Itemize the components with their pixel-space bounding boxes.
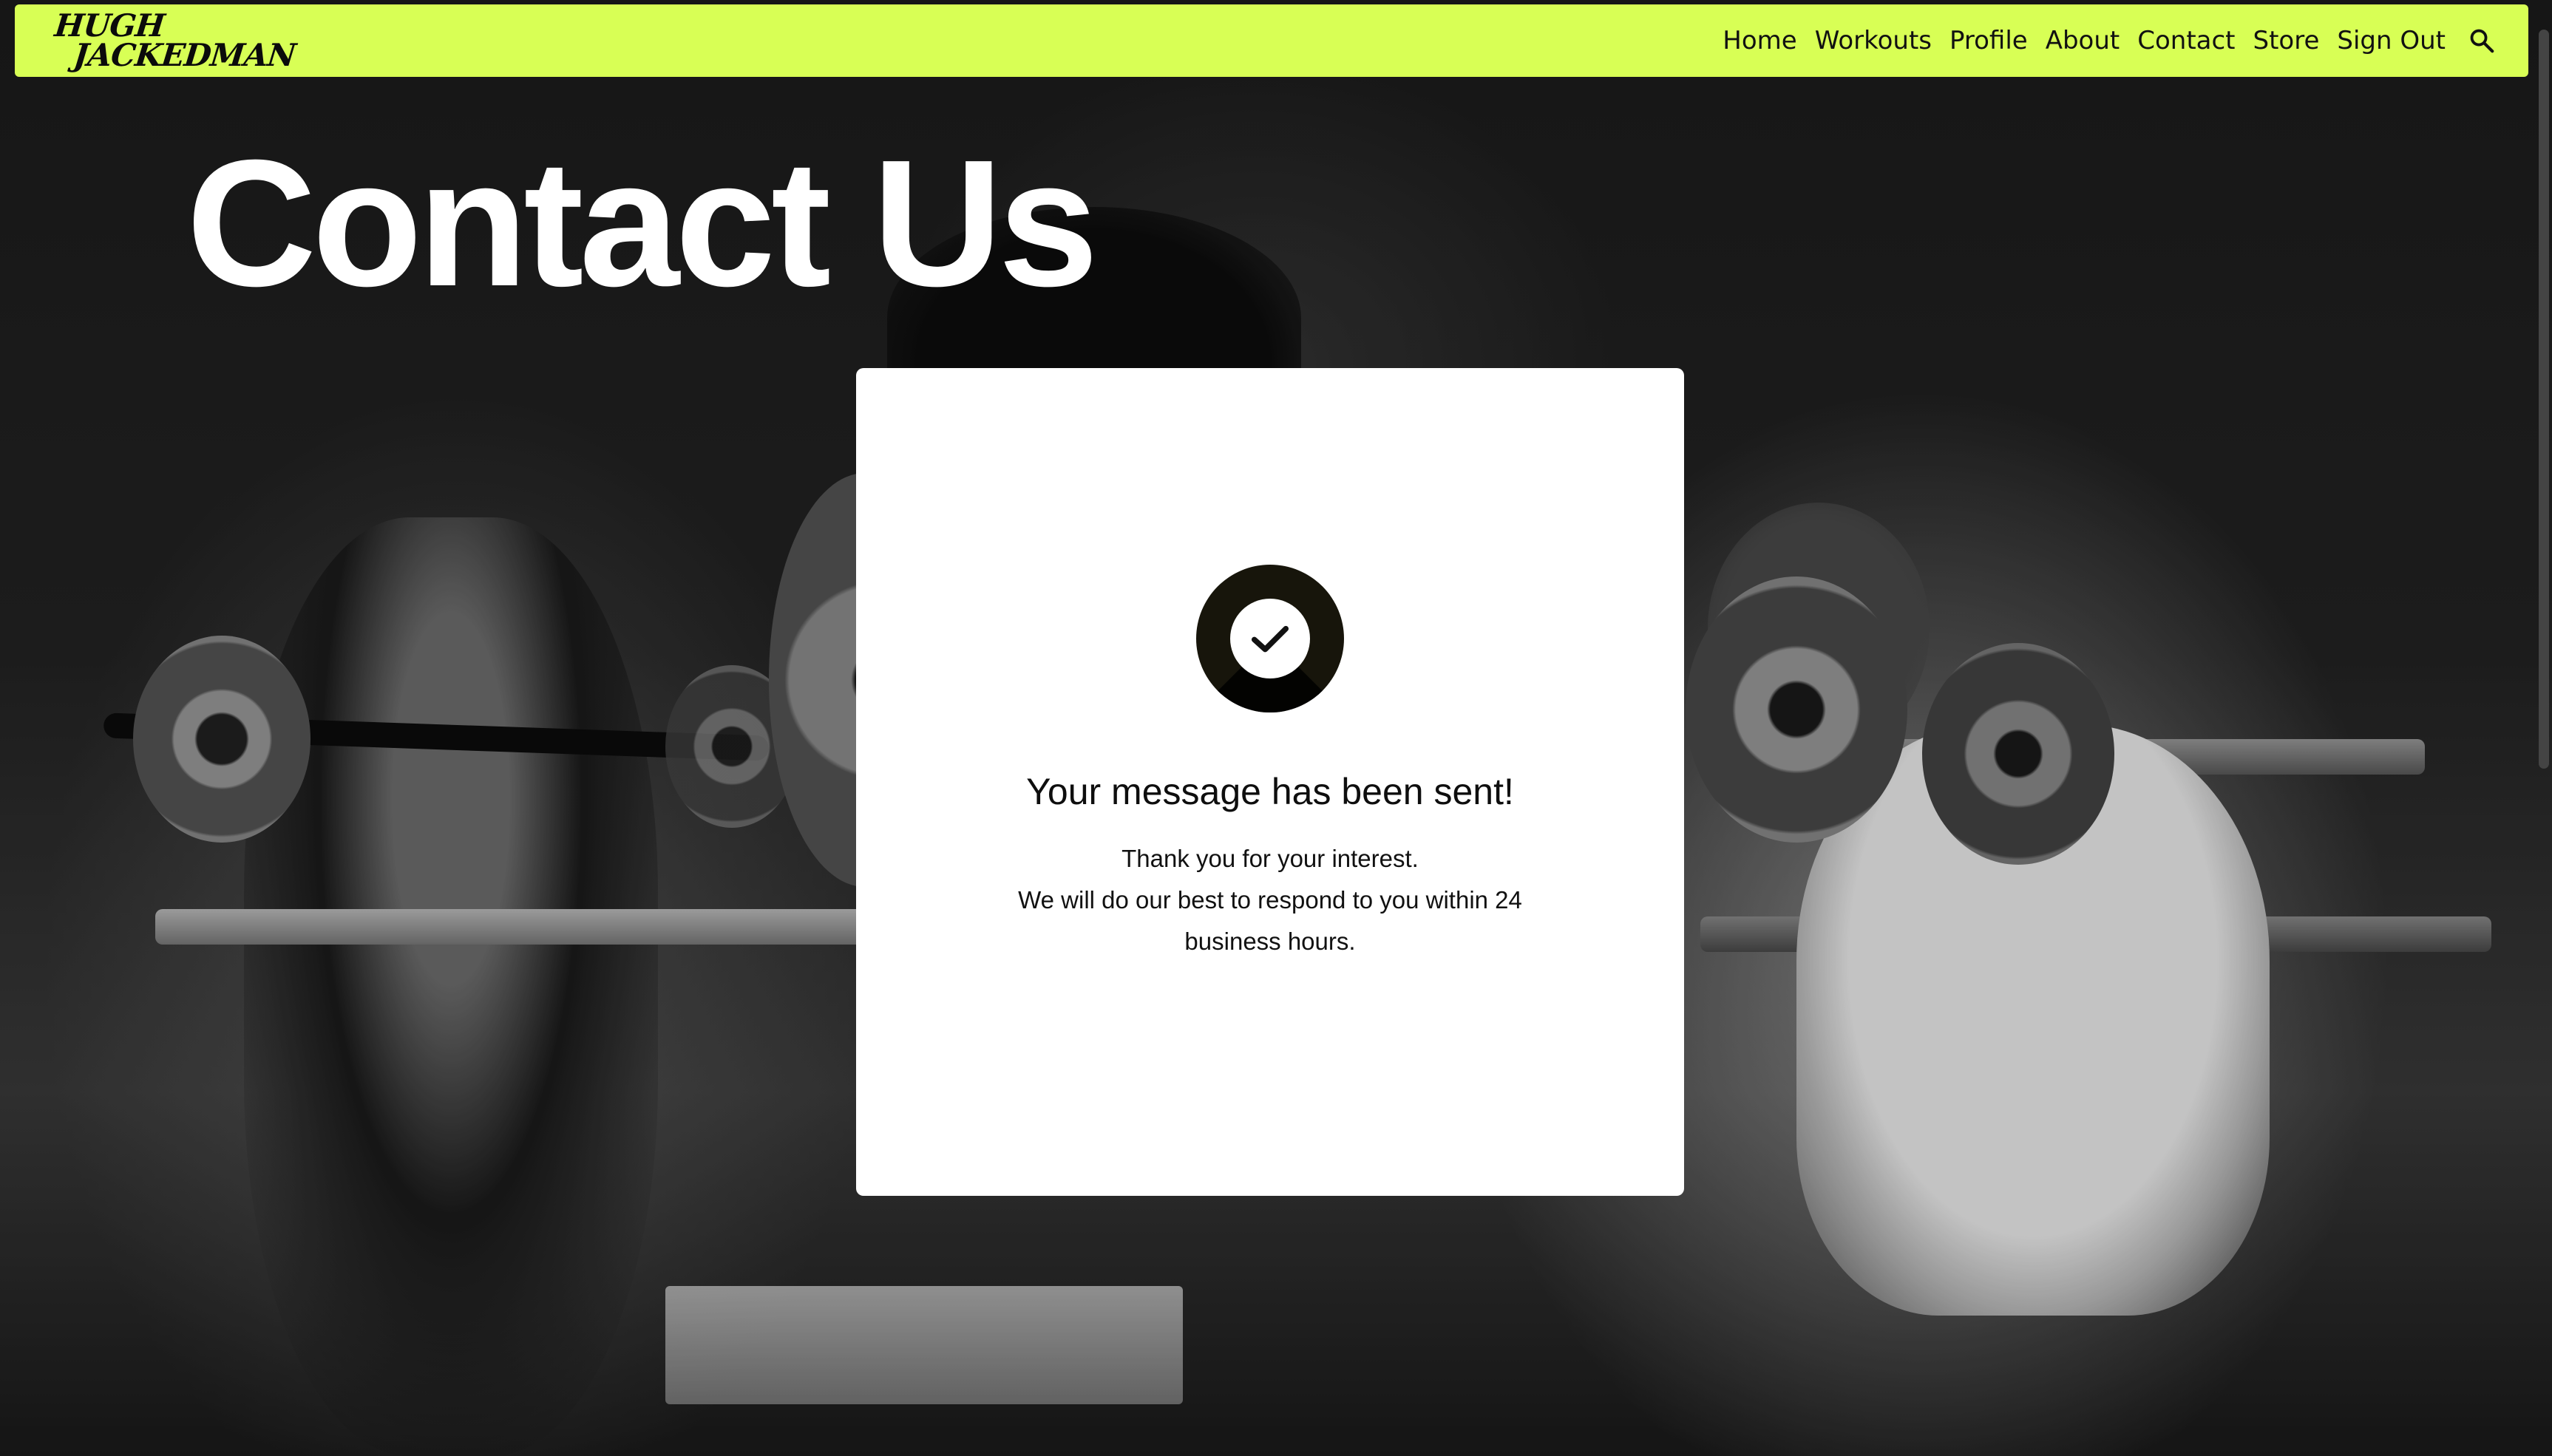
check-badge-inner bbox=[1230, 599, 1310, 678]
check-circle-icon bbox=[1196, 565, 1344, 712]
nav-link-workouts[interactable]: Workouts bbox=[1815, 26, 1932, 55]
contact-page: Hugh Jackedman Home Workouts Profile Abo… bbox=[0, 0, 2552, 1456]
logo-line-2: Jackedman bbox=[72, 37, 297, 73]
page-scrollbar[interactable] bbox=[2539, 30, 2549, 769]
nav-links: Home Workouts Profile About Contact Stor… bbox=[1705, 24, 2499, 58]
success-message-line-1: Thank you for your interest. bbox=[1121, 845, 1419, 872]
nav-link-about[interactable]: About bbox=[2046, 26, 2120, 55]
brand-logo[interactable]: Hugh Jackedman bbox=[50, 7, 300, 73]
nav-link-store[interactable]: Store bbox=[2253, 26, 2320, 55]
nav-link-home[interactable]: Home bbox=[1723, 26, 1796, 55]
confirmation-card: Your message has been sent! Thank you fo… bbox=[856, 368, 1684, 1196]
nav-link-contact[interactable]: Contact bbox=[2137, 26, 2235, 55]
nav-link-sign-out[interactable]: Sign Out bbox=[2337, 26, 2446, 55]
top-navbar: Hugh Jackedman Home Workouts Profile Abo… bbox=[15, 4, 2528, 77]
success-message: Thank you for your interest. We will do … bbox=[1004, 838, 1536, 962]
page-title: Contact Us bbox=[186, 122, 1099, 324]
nav-link-profile[interactable]: Profile bbox=[1949, 26, 2028, 55]
search-icon bbox=[2470, 29, 2494, 53]
search-button[interactable] bbox=[2465, 24, 2499, 58]
logo-line-1: Hugh bbox=[52, 7, 166, 44]
success-message-line-2: We will do our best to respond to you wi… bbox=[1018, 886, 1522, 955]
success-heading: Your message has been sent! bbox=[1026, 771, 1514, 812]
checkmark-icon bbox=[1251, 625, 1289, 653]
